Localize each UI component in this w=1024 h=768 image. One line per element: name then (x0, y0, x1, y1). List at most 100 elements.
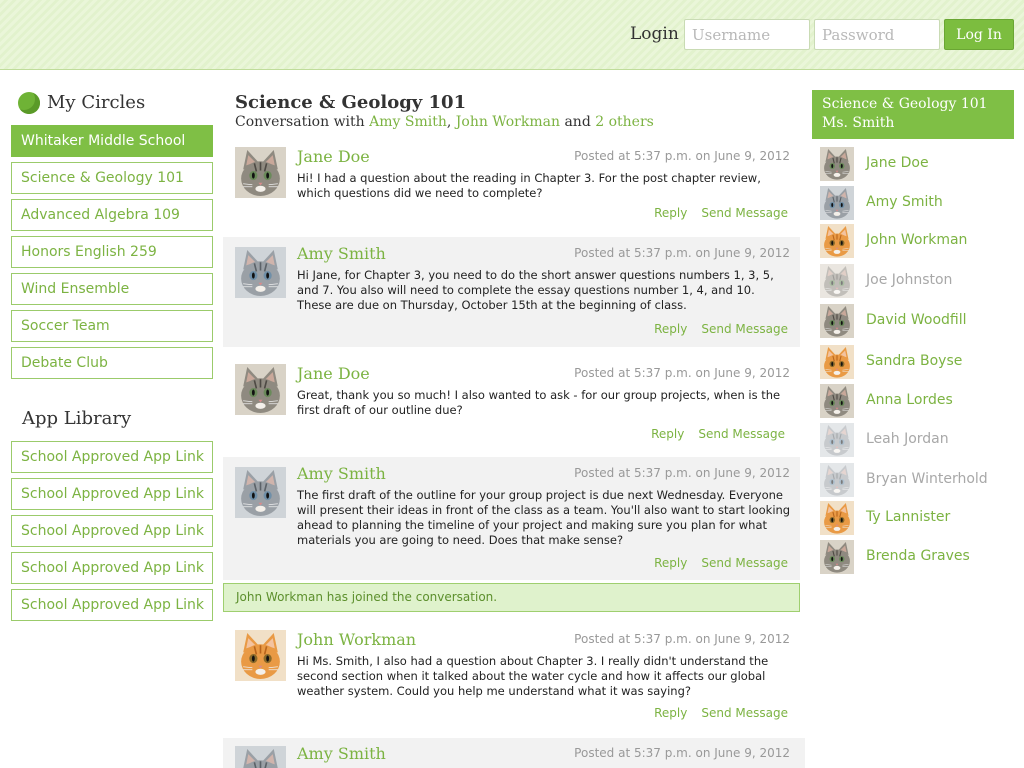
tabby-kitten-icon[interactable] (235, 147, 286, 198)
reply-link[interactable]: Reply (654, 556, 687, 570)
comma: , (446, 114, 452, 130)
send-message-link[interactable]: Send Message (701, 706, 788, 720)
gray-kitten-icon[interactable] (235, 746, 286, 768)
member-item[interactable]: David Woodfill (820, 304, 1014, 338)
member-item[interactable]: Anna Lordes (820, 384, 1014, 418)
message-timestamp: Posted at 5:37 p.m. on June 9, 2012 (574, 466, 790, 480)
join-notice: John Workman has joined the conversation… (223, 583, 800, 612)
tabby-kitten-icon (820, 304, 854, 338)
member-name[interactable]: John Workman (866, 232, 967, 248)
member-item[interactable]: John Workman (820, 224, 1014, 258)
class-panel-header: Science & Geology 101 Ms. Smith (812, 90, 1014, 139)
participant-link[interactable]: Amy Smith (369, 114, 447, 130)
member-name[interactable]: Leah Jordan (866, 431, 949, 447)
password-input[interactable] (814, 19, 940, 50)
message-item: John Workman Posted at 5:37 p.m. on June… (223, 623, 800, 733)
message-item: Amy Smith Posted at 5:37 p.m. on June 9,… (223, 237, 800, 347)
member-item[interactable]: Ty Lannister (820, 501, 1014, 535)
my-circles-heading-text: My Circles (47, 92, 146, 113)
reply-link[interactable]: Reply (651, 427, 684, 441)
and-text: and (564, 114, 591, 130)
class-panel-title: Science & Geology 101 (822, 96, 988, 112)
message-text: Great, thank you so much! I also wanted … (297, 388, 781, 417)
send-message-link[interactable]: Send Message (701, 322, 788, 336)
circle-wind-ensemble[interactable]: Wind Ensemble (11, 273, 213, 305)
app-link[interactable]: School Approved App Link (11, 478, 213, 510)
orange-kitten-icon (820, 224, 854, 258)
tabby-kitten-icon (820, 384, 854, 418)
member-item[interactable]: Jane Doe (820, 147, 1014, 181)
message-text: Hi Jane, for Chapter 3, you need to do t… (297, 268, 774, 312)
gray-kitten-icon (820, 463, 854, 497)
conversation-participants: Conversation with Amy Smith, John Workma… (235, 114, 654, 130)
message-text: Hi Ms. Smith, I also had a question abou… (297, 654, 769, 698)
circle-debate-club[interactable]: Debate Club (11, 347, 213, 379)
app-link[interactable]: School Approved App Link (11, 589, 213, 621)
gray-kitten-icon[interactable] (235, 467, 286, 518)
send-message-link[interactable]: Send Message (698, 427, 785, 441)
app-link[interactable]: School Approved App Link (11, 441, 213, 473)
others-link[interactable]: 2 others (595, 114, 654, 130)
member-name[interactable]: Joe Johnston (866, 272, 952, 288)
gray-kitten-icon (820, 186, 854, 220)
message-actions: Reply Send Message (637, 427, 785, 441)
message-author[interactable]: Amy Smith (297, 744, 386, 763)
member-item[interactable]: Amy Smith (820, 186, 1014, 220)
circle-soccer-team[interactable]: Soccer Team (11, 310, 213, 342)
member-name[interactable]: Anna Lordes (866, 392, 953, 408)
app-link[interactable]: School Approved App Link (11, 515, 213, 547)
send-message-link[interactable]: Send Message (701, 206, 788, 220)
message-text: Hi! I had a question about the reading i… (297, 171, 761, 200)
tabby-kitten-icon (820, 264, 854, 298)
circle-honors-english-259[interactable]: Honors English 259 (11, 236, 213, 268)
member-name[interactable]: Amy Smith (866, 194, 943, 210)
my-circles-heading: My Circles (18, 92, 145, 113)
app-link[interactable]: School Approved App Link (11, 552, 213, 584)
member-item[interactable]: Bryan Winterhold (820, 463, 1014, 497)
circle-advanced-algebra-109[interactable]: Advanced Algebra 109 (11, 199, 213, 231)
member-item[interactable]: Brenda Graves (820, 540, 1014, 574)
message-actions: Reply Send Message (640, 206, 788, 220)
member-item[interactable]: Sandra Boyse (820, 345, 1014, 379)
member-name[interactable]: Bryan Winterhold (866, 471, 988, 487)
app-library-heading: App Library (22, 408, 132, 429)
message-author[interactable]: Amy Smith (297, 244, 386, 263)
participant-link[interactable]: John Workman (456, 114, 560, 130)
member-name[interactable]: Ty Lannister (866, 509, 950, 525)
member-name[interactable]: Brenda Graves (866, 548, 970, 564)
message-author[interactable]: Jane Doe (297, 364, 370, 383)
login-label: Login (630, 24, 679, 44)
gray-kitten-icon[interactable] (235, 247, 286, 298)
tabby-kitten-icon (820, 147, 854, 181)
message-item: Jane Doe Posted at 5:37 p.m. on June 9, … (223, 357, 800, 449)
circle-whitaker-middle-school[interactable]: Whitaker Middle School (11, 125, 213, 157)
top-header: Login Log In (0, 0, 1024, 70)
orange-kitten-icon (820, 345, 854, 379)
message-author[interactable]: John Workman (297, 630, 416, 649)
message-author[interactable]: Jane Doe (297, 147, 370, 166)
reply-link[interactable]: Reply (654, 706, 687, 720)
tabby-kitten-icon (820, 540, 854, 574)
message-text: The first draft of the outline for your … (297, 488, 791, 547)
message-timestamp: Posted at 5:37 p.m. on June 9, 2012 (574, 246, 790, 260)
member-name[interactable]: Jane Doe (866, 155, 929, 171)
member-name[interactable]: David Woodfill (866, 312, 967, 328)
member-name[interactable]: Sandra Boyse (866, 353, 962, 369)
message-item: Amy Smith Posted at 5:37 p.m. on June 9,… (223, 457, 800, 580)
send-message-link[interactable]: Send Message (701, 556, 788, 570)
orange-kitten-icon[interactable] (235, 630, 286, 681)
login-button[interactable]: Log In (944, 19, 1014, 50)
member-item[interactable]: Joe Johnston (820, 264, 1014, 298)
message-item: Amy Smith Posted at 5:37 p.m. on June 9,… (223, 738, 805, 768)
reply-link[interactable]: Reply (654, 322, 687, 336)
tabby-kitten-icon[interactable] (235, 364, 286, 415)
reply-link[interactable]: Reply (654, 206, 687, 220)
member-item[interactable]: Leah Jordan (820, 423, 1014, 457)
message-actions: Reply Send Message (640, 706, 788, 720)
message-author[interactable]: Amy Smith (297, 464, 386, 483)
message-item: Jane Doe Posted at 5:37 p.m. on June 9, … (223, 140, 800, 232)
message-timestamp: Posted at 5:37 p.m. on June 9, 2012 (574, 746, 790, 760)
username-input[interactable] (684, 19, 810, 50)
conversation-title: Science & Geology 101 (235, 92, 467, 113)
circle-science-geology-101[interactable]: Science & Geology 101 (11, 162, 213, 194)
